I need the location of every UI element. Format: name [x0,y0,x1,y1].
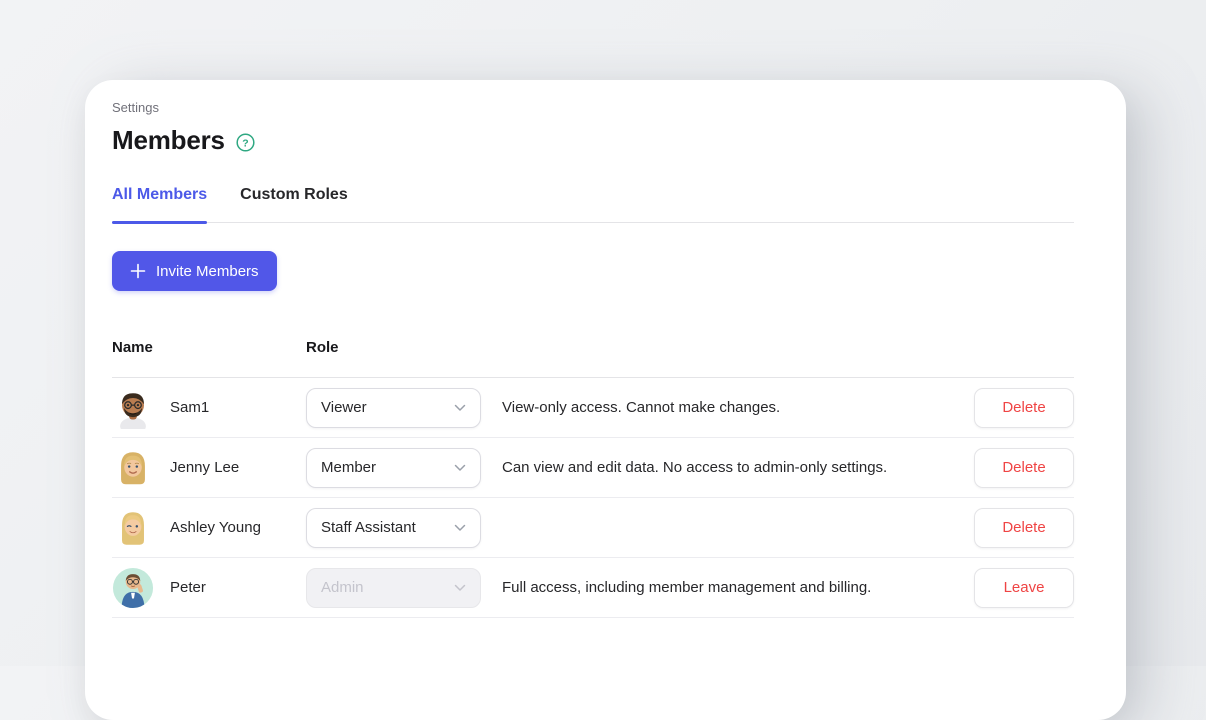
delete-button[interactable]: Delete [974,508,1074,548]
tab-custom-roles[interactable]: Custom Roles [240,186,348,222]
chevron-down-icon [454,404,466,412]
delete-button[interactable]: Delete [974,448,1074,488]
role-description: Can view and edit data. No access to adm… [502,459,974,476]
role-select[interactable]: Staff Assistant [306,508,481,548]
leave-button[interactable]: Leave [974,568,1074,608]
table-header: Name Role [112,339,1074,378]
plus-icon [130,263,146,279]
role-select-value: Viewer [321,399,367,416]
role-description: View-only access. Cannot make changes. [502,399,974,416]
page-title: Members [112,125,225,156]
role-select-value: Admin [321,579,364,596]
member-name: Ashley Young [170,519,261,536]
chevron-down-icon [454,584,466,592]
avatar-jenny-lee [112,447,154,489]
avatar-sam1 [112,387,154,429]
help-icon[interactable]: ? [236,133,255,152]
invite-members-label: Invite Members [156,263,259,280]
role-select-value: Staff Assistant [321,519,416,536]
avatar-peter [112,567,154,609]
invite-members-button[interactable]: Invite Members [112,251,277,291]
role-select-value: Member [321,459,376,476]
tab-bar: All Members Custom Roles [112,186,1074,223]
member-name: Sam1 [170,399,209,416]
table-row: Jenny Lee Member Can view and edit data.… [112,438,1074,498]
avatar-ashley-young [112,507,154,549]
table-row: Ashley Young Staff Assistant Delete [112,498,1074,558]
column-header-name: Name [112,339,306,356]
settings-members-card: Settings Members ? All Members Custom Ro… [85,80,1126,720]
chevron-down-icon [454,464,466,472]
column-header-role: Role [306,339,502,356]
role-select[interactable]: Viewer [306,388,481,428]
table-row: Sam1 Viewer View-only access. Cannot mak… [112,378,1074,438]
member-name: Peter [170,579,206,596]
role-description: Full access, including member management… [502,579,974,596]
member-name: Jenny Lee [170,459,239,476]
breadcrumb: Settings [112,100,1074,115]
svg-text:?: ? [242,137,248,149]
tab-all-members[interactable]: All Members [112,186,207,222]
table-row: Peter Admin Full access, including membe… [112,558,1074,618]
delete-button[interactable]: Delete [974,388,1074,428]
role-select-disabled: Admin [306,568,481,608]
role-select[interactable]: Member [306,448,481,488]
chevron-down-icon [454,524,466,532]
